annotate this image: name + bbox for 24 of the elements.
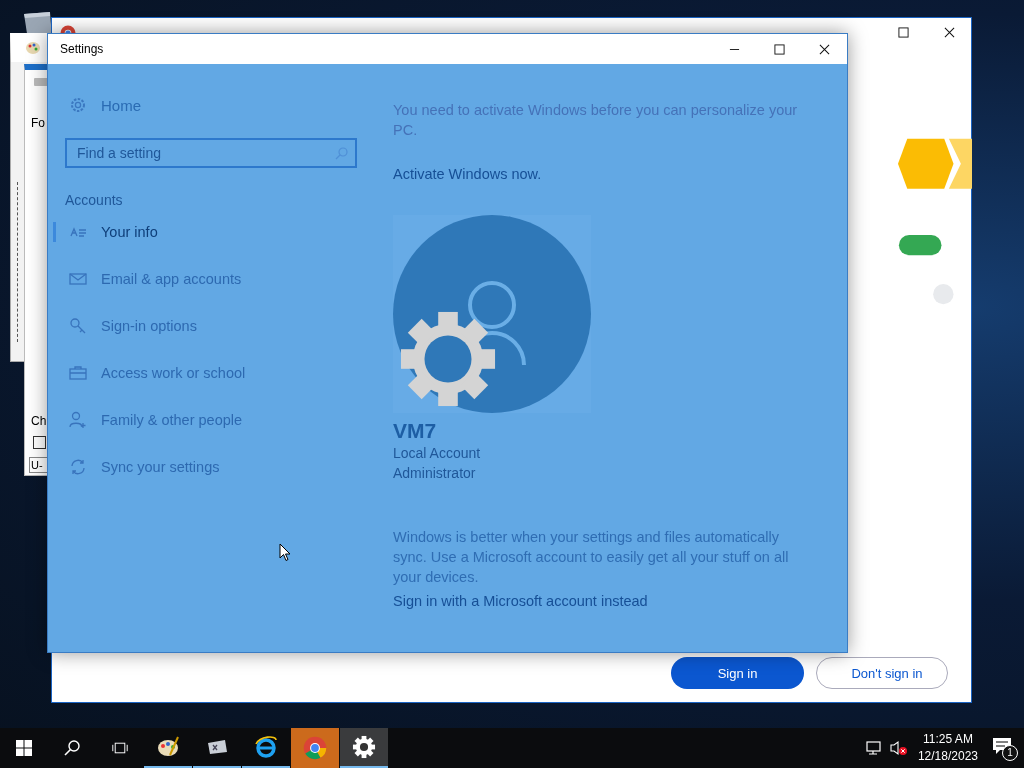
nav-item[interactable]: Family & other people <box>65 396 393 443</box>
time-text: 11:25 AM <box>923 731 973 748</box>
dont-sign-in-button[interactable]: Don't sign in <box>816 657 948 689</box>
account-type: Local Account <box>393 444 481 463</box>
sign-in-button[interactable]: Sign in <box>671 657 804 689</box>
microsoft-sign-in-link[interactable]: Sign in with a Microsoft account instead <box>393 593 648 609</box>
nav-item[interactable]: Sync your settings <box>65 443 393 490</box>
sync-description: Windows is better when your settings and files automatically sync. Use a Microsoft account to easily get all your stuff on all your devices. <box>393 528 790 587</box>
nav-item[interactable]: Email & app accounts <box>65 255 393 302</box>
activate-link[interactable]: Activate Windows now. <box>393 166 542 182</box>
clock[interactable]: 11:25 AM 12/18/2023 <box>909 731 992 765</box>
account-name: VM7 <box>393 419 437 443</box>
nav-item[interactable]: Sign-in options <box>65 302 393 349</box>
date-text: 12/18/2023 <box>917 748 978 765</box>
label-text: Fo <box>31 116 45 130</box>
input-field[interactable]: U- <box>29 457 49 473</box>
home-link[interactable]: Home <box>65 94 393 116</box>
notification-badge: 1 <box>1002 745 1018 761</box>
search-field[interactable]: Find a setting <box>65 138 357 168</box>
section-heading: Accounts <box>65 192 124 208</box>
label-text: Ch <box>31 414 47 428</box>
nav-item[interactable]: Access work or school <box>65 349 393 396</box>
window-title: Settings <box>60 42 104 56</box>
account-role: Administrator <box>393 464 476 483</box>
